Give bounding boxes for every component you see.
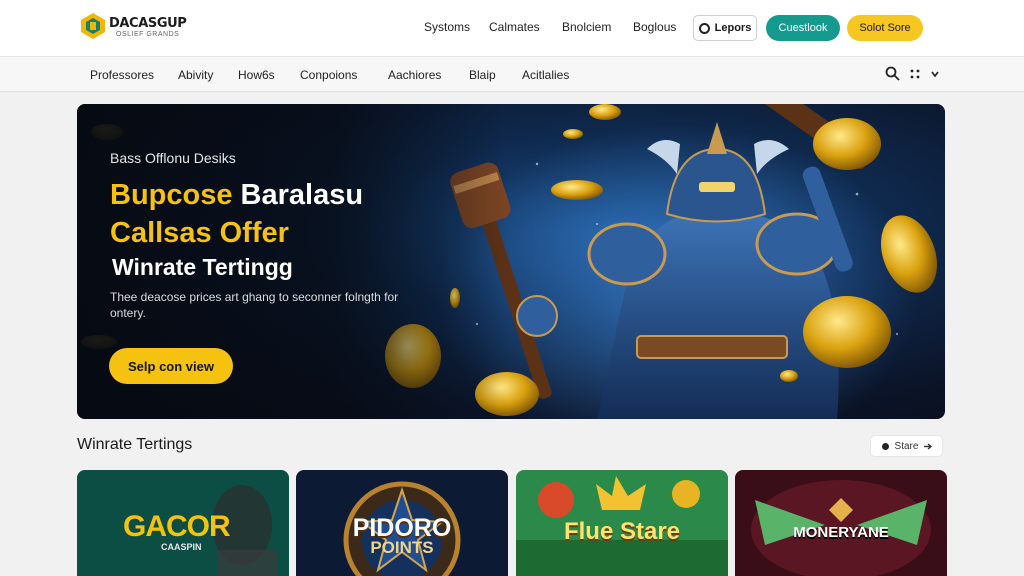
hero-kicker: Bass Offlonu Desiks — [110, 150, 236, 166]
category-toolbar — [885, 66, 940, 81]
secondary-action-button[interactable]: Solot Sore — [847, 15, 923, 41]
category-link-7[interactable]: Acitlalies — [522, 68, 569, 82]
hero-banner[interactable]: Bass Offlonu Desiks Bupcose Baralasu Cal… — [77, 104, 945, 419]
hero-subheadline: Winrate Tertingg — [112, 254, 293, 280]
section-more-label: Stare — [894, 440, 919, 452]
search-icon[interactable] — [885, 66, 900, 81]
category-link-3[interactable]: How6s — [238, 68, 275, 82]
chevron-down-icon[interactable] — [930, 69, 940, 79]
brand-subtitle: OSLIEF GRANDS — [116, 31, 180, 38]
login-icon — [698, 22, 710, 34]
game-card-3[interactable]: Flue Stare — [516, 470, 728, 576]
category-link-5[interactable]: Aachiores — [388, 68, 441, 82]
game-card-2[interactable]: PIDORO POINTS — [296, 470, 508, 576]
game-card-4[interactable]: MONERYANE — [735, 470, 947, 576]
category-link-1[interactable]: Professores — [90, 68, 154, 82]
logo-icon — [81, 13, 105, 39]
hero-cta-button[interactable]: Selp con view — [109, 348, 233, 384]
topnav-link-2[interactable]: Calmates — [489, 20, 540, 34]
topnav-link-3[interactable]: Bnolciem — [562, 20, 611, 34]
hero-headline-yellow-1: Bupcose — [110, 179, 233, 211]
hero-headline-white-1: Baralasu — [240, 179, 364, 211]
brand-logo[interactable]: DACASGUP OSLIEF GRANDS — [80, 12, 190, 42]
top-bar: DACASGUP OSLIEF GRANDS Systoms Calmates … — [0, 0, 1024, 57]
category-link-6[interactable]: Blaip — [469, 68, 496, 82]
hero-headline: Bupcose Baralasu Callsas Offer — [110, 176, 363, 252]
category-bar: Professores Abivity How6s Conpoions Aach… — [0, 57, 1024, 92]
game-card-3-title: Flue Stare — [563, 518, 681, 545]
game-card-2-subtitle: POINTS — [370, 538, 434, 557]
login-label: Lepors — [714, 22, 752, 34]
game-card-1-title: GACOR — [123, 510, 231, 543]
arrow-right-icon — [924, 442, 933, 450]
topnav-link-4[interactable]: Boglous — [633, 20, 676, 34]
section-title: Winrate Tertings — [77, 436, 193, 453]
grid-icon[interactable] — [909, 68, 921, 80]
login-button[interactable]: Lepors — [693, 15, 757, 41]
game-card-1-subtitle: CAASPIN — [161, 542, 202, 552]
hero-headline-yellow-2: Callsas Offer — [110, 217, 289, 249]
primary-action-button[interactable]: Cuestlook — [766, 15, 840, 41]
game-card-4-art — [735, 470, 947, 576]
game-card-1[interactable]: GACOR CAASPIN — [77, 470, 289, 576]
category-link-4[interactable]: Conpoions — [300, 68, 357, 82]
brand-title: DACASGUP — [109, 16, 187, 31]
game-card-4-title: MONERYANE — [793, 524, 889, 541]
topnav-link-1[interactable]: Systoms — [424, 20, 470, 34]
hero-description: Thee deacose prices art ghang to seconne… — [110, 290, 399, 320]
category-link-2[interactable]: Abivity — [178, 68, 213, 82]
tag-icon — [881, 442, 889, 450]
section-more-button[interactable]: Stare — [870, 435, 943, 457]
